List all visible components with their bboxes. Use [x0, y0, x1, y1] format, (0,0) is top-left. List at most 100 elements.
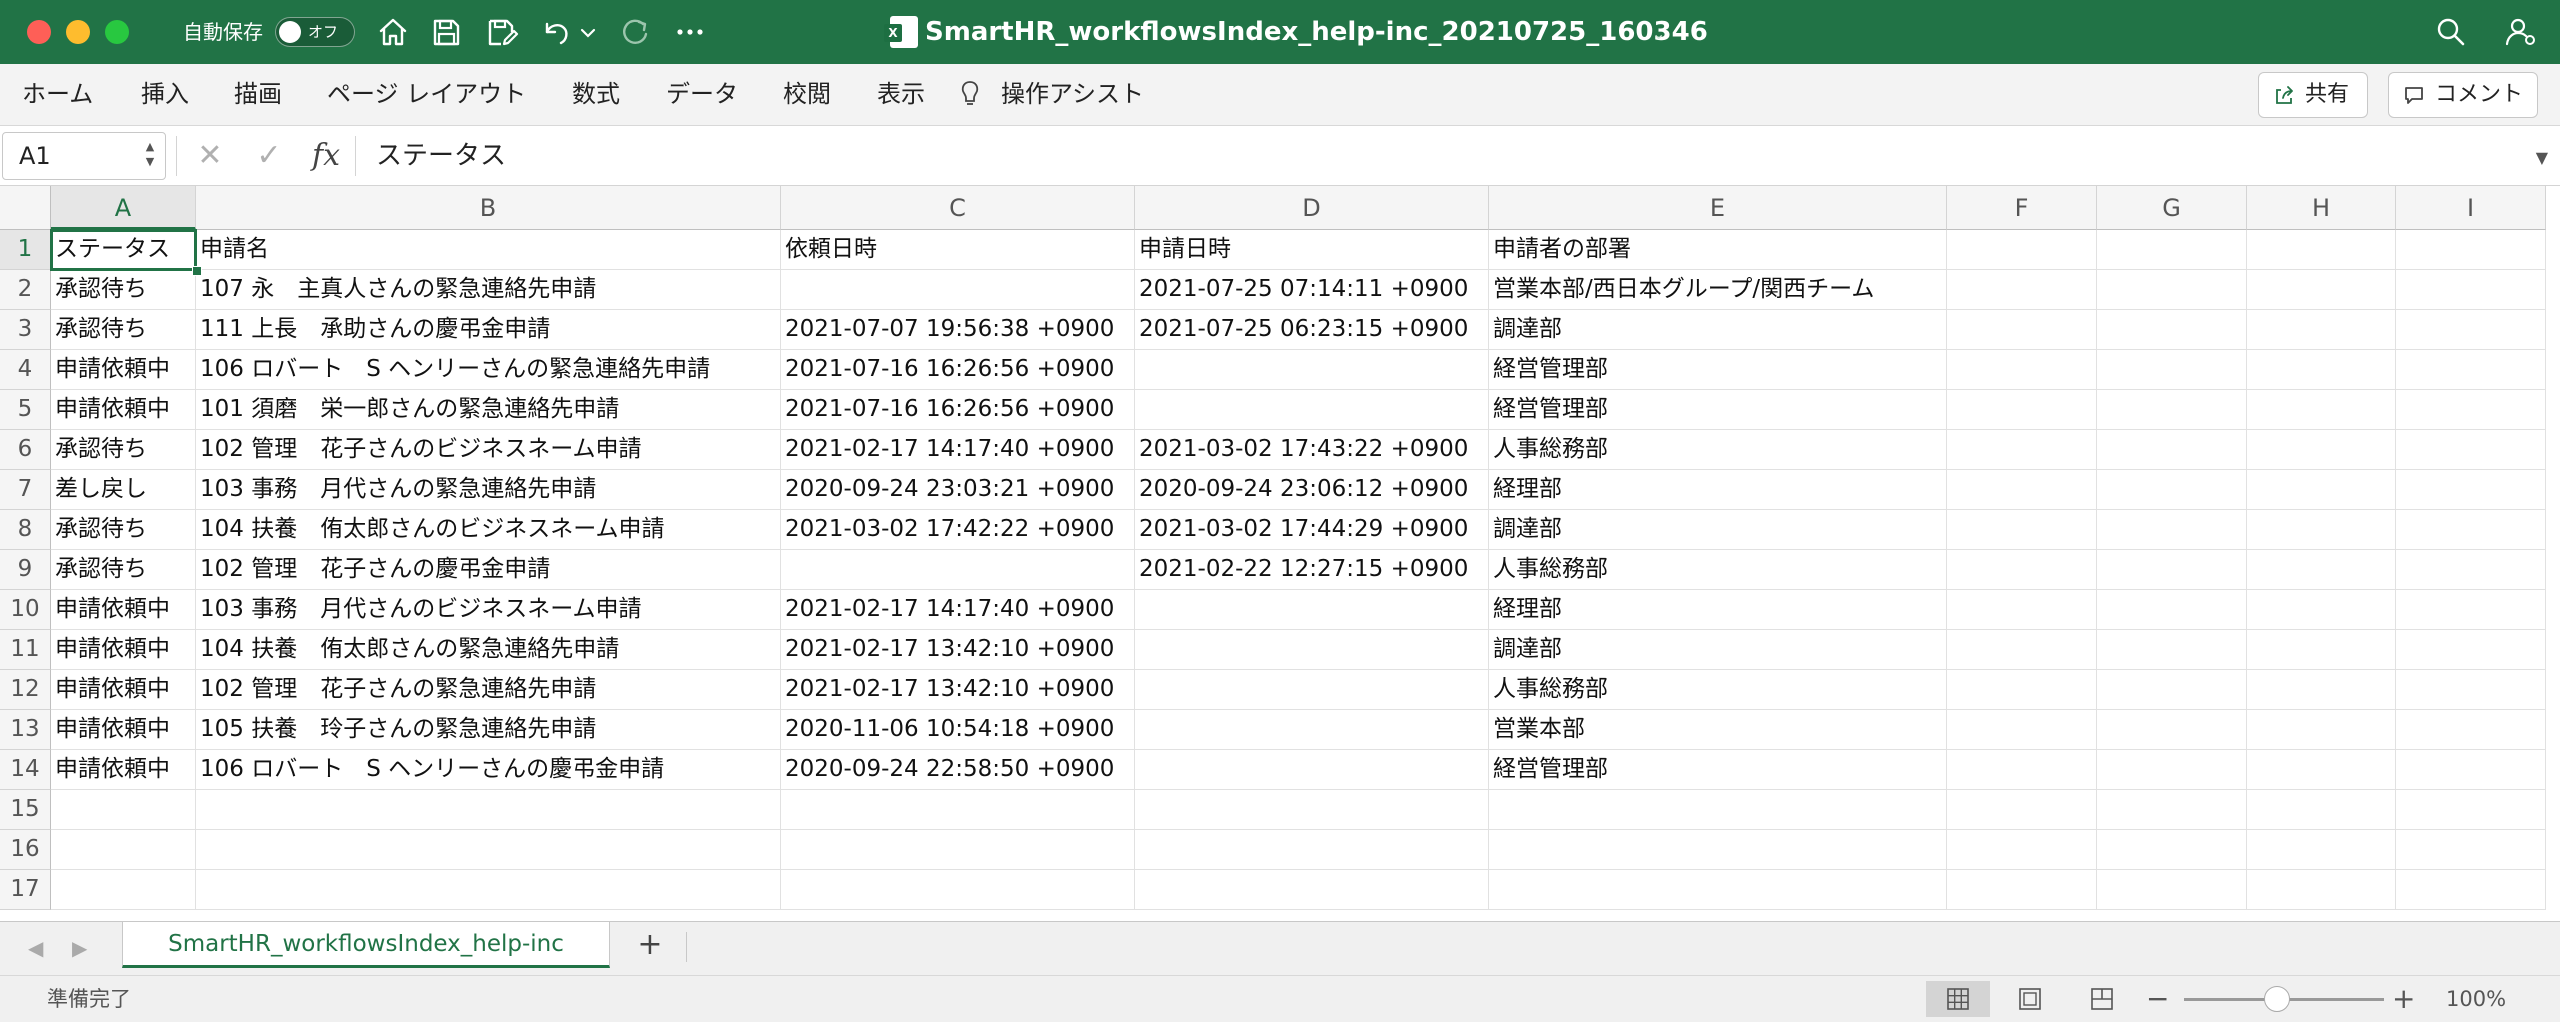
cell-C6[interactable]: 2021-02-17 14:17:40 +0900 [781, 430, 1135, 470]
cell-G13[interactable] [2097, 710, 2247, 750]
cell-E6[interactable]: 人事総務部 [1489, 430, 1947, 470]
cell-E5[interactable]: 経営管理部 [1489, 390, 1947, 430]
previous-sheet-icon[interactable]: ◀ [28, 936, 43, 960]
cell-E1[interactable]: 申請者の部署 [1489, 230, 1947, 270]
cell-H15[interactable] [2247, 790, 2396, 830]
window-minimize-button[interactable] [66, 20, 90, 44]
cell-D13[interactable] [1135, 710, 1489, 750]
undo-dropdown-icon[interactable] [578, 14, 598, 50]
cell-C3[interactable]: 2021-07-07 19:56:38 +0900 [781, 310, 1135, 350]
home-icon[interactable] [375, 14, 411, 50]
cell-I15[interactable] [2396, 790, 2546, 830]
more-icon[interactable] [672, 14, 708, 50]
undo-icon[interactable] [537, 14, 573, 50]
cell-E14[interactable]: 経営管理部 [1489, 750, 1947, 790]
cell-D11[interactable] [1135, 630, 1489, 670]
cell-B10[interactable]: 103 事務 月代さんのビジネスネーム申請 [196, 590, 781, 630]
column-header[interactable]: C [781, 186, 1135, 230]
cell-G16[interactable] [2097, 830, 2247, 870]
page-layout-view-button[interactable] [1998, 981, 2062, 1017]
redo-icon[interactable] [617, 14, 653, 50]
add-sheet-button[interactable]: + [630, 928, 670, 964]
cell-A16[interactable] [51, 830, 196, 870]
cell-I3[interactable] [2396, 310, 2546, 350]
cell-C15[interactable] [781, 790, 1135, 830]
name-box[interactable]: A1 ▲ ▼ [2, 132, 166, 180]
cell-D10[interactable] [1135, 590, 1489, 630]
expand-formula-bar-icon[interactable]: ▼ [2536, 148, 2548, 167]
cell-H8[interactable] [2247, 510, 2396, 550]
cell-I9[interactable] [2396, 550, 2546, 590]
row-header[interactable]: 12 [0, 670, 51, 710]
save-icon[interactable] [428, 14, 464, 50]
cell-H4[interactable] [2247, 350, 2396, 390]
cell-E2[interactable]: 営業本部/西日本グループ/関西チーム [1489, 270, 1947, 310]
cell-C17[interactable] [781, 870, 1135, 910]
cell-D5[interactable] [1135, 390, 1489, 430]
cell-H13[interactable] [2247, 710, 2396, 750]
cell-C12[interactable]: 2021-02-17 13:42:10 +0900 [781, 670, 1135, 710]
cell-D7[interactable]: 2020-09-24 23:06:12 +0900 [1135, 470, 1489, 510]
cell-D9[interactable]: 2021-02-22 12:27:15 +0900 [1135, 550, 1489, 590]
tab-tell-me[interactable]: 操作アシスト [1001, 77, 1144, 111]
cell-I16[interactable] [2396, 830, 2546, 870]
cell-H14[interactable] [2247, 750, 2396, 790]
cell-B14[interactable]: 106 ロバート S ヘンリーさんの慶弔金申請 [196, 750, 781, 790]
window-maximize-button[interactable] [105, 20, 129, 44]
cell-F2[interactable] [1947, 270, 2097, 310]
document-title[interactable]: SmartHR_workflowsIndex_help-inc_20210725… [925, 14, 1708, 50]
cell-F8[interactable] [1947, 510, 2097, 550]
cell-B5[interactable]: 101 須磨 栄一郎さんの緊急連絡先申請 [196, 390, 781, 430]
cell-A14[interactable]: 申請依頼中 [51, 750, 196, 790]
cell-H16[interactable] [2247, 830, 2396, 870]
cell-E12[interactable]: 人事総務部 [1489, 670, 1947, 710]
cell-I2[interactable] [2396, 270, 2546, 310]
cell-B9[interactable]: 102 管理 花子さんの慶弔金申請 [196, 550, 781, 590]
row-header[interactable]: 9 [0, 550, 51, 590]
zoom-slider-knob[interactable] [2264, 986, 2290, 1012]
cell-B4[interactable]: 106 ロバート S ヘンリーさんの緊急連絡先申請 [196, 350, 781, 390]
cell-D6[interactable]: 2021-03-02 17:43:22 +0900 [1135, 430, 1489, 470]
name-box-stepper-icon[interactable]: ▲ ▼ [143, 139, 157, 173]
row-header[interactable]: 15 [0, 790, 51, 830]
cell-A15[interactable] [51, 790, 196, 830]
cell-C7[interactable]: 2020-09-24 23:03:21 +0900 [781, 470, 1135, 510]
cell-G5[interactable] [2097, 390, 2247, 430]
autosave-toggle[interactable]: オフ [275, 17, 355, 47]
cell-I6[interactable] [2396, 430, 2546, 470]
account-icon[interactable] [2502, 14, 2538, 50]
chevron-down-icon[interactable]: ⌄ [1652, 24, 1665, 43]
lightbulb-icon[interactable] [958, 77, 998, 111]
cell-A10[interactable]: 申請依頼中 [51, 590, 196, 630]
cell-I12[interactable] [2396, 670, 2546, 710]
tab-insert[interactable]: 挿入 [141, 77, 189, 111]
cell-C11[interactable]: 2021-02-17 13:42:10 +0900 [781, 630, 1135, 670]
column-header[interactable]: E [1489, 186, 1947, 230]
cell-H11[interactable] [2247, 630, 2396, 670]
cell-D2[interactable]: 2021-07-25 07:14:11 +0900 [1135, 270, 1489, 310]
cell-I8[interactable] [2396, 510, 2546, 550]
cell-H5[interactable] [2247, 390, 2396, 430]
cell-A1[interactable]: ステータス [51, 230, 196, 270]
row-header[interactable]: 2 [0, 270, 51, 310]
cancel-icon[interactable]: ✕ [192, 138, 228, 174]
cell-H9[interactable] [2247, 550, 2396, 590]
cell-A13[interactable]: 申請依頼中 [51, 710, 196, 750]
column-header[interactable]: D [1135, 186, 1489, 230]
normal-view-button[interactable] [1926, 981, 1990, 1017]
cell-G15[interactable] [2097, 790, 2247, 830]
cell-B16[interactable] [196, 830, 781, 870]
cell-F9[interactable] [1947, 550, 2097, 590]
cell-B12[interactable]: 102 管理 花子さんの緊急連絡先申請 [196, 670, 781, 710]
row-header[interactable]: 5 [0, 390, 51, 430]
cell-B13[interactable]: 105 扶養 玲子さんの緊急連絡先申請 [196, 710, 781, 750]
cell-D3[interactable]: 2021-07-25 06:23:15 +0900 [1135, 310, 1489, 350]
column-header[interactable]: G [2097, 186, 2247, 230]
cell-I11[interactable] [2396, 630, 2546, 670]
tab-formulas[interactable]: 数式 [572, 77, 620, 111]
cell-A12[interactable]: 申請依頼中 [51, 670, 196, 710]
cell-D14[interactable] [1135, 750, 1489, 790]
cell-A17[interactable] [51, 870, 196, 910]
cell-F14[interactable] [1947, 750, 2097, 790]
tab-draw[interactable]: 描画 [234, 77, 282, 111]
